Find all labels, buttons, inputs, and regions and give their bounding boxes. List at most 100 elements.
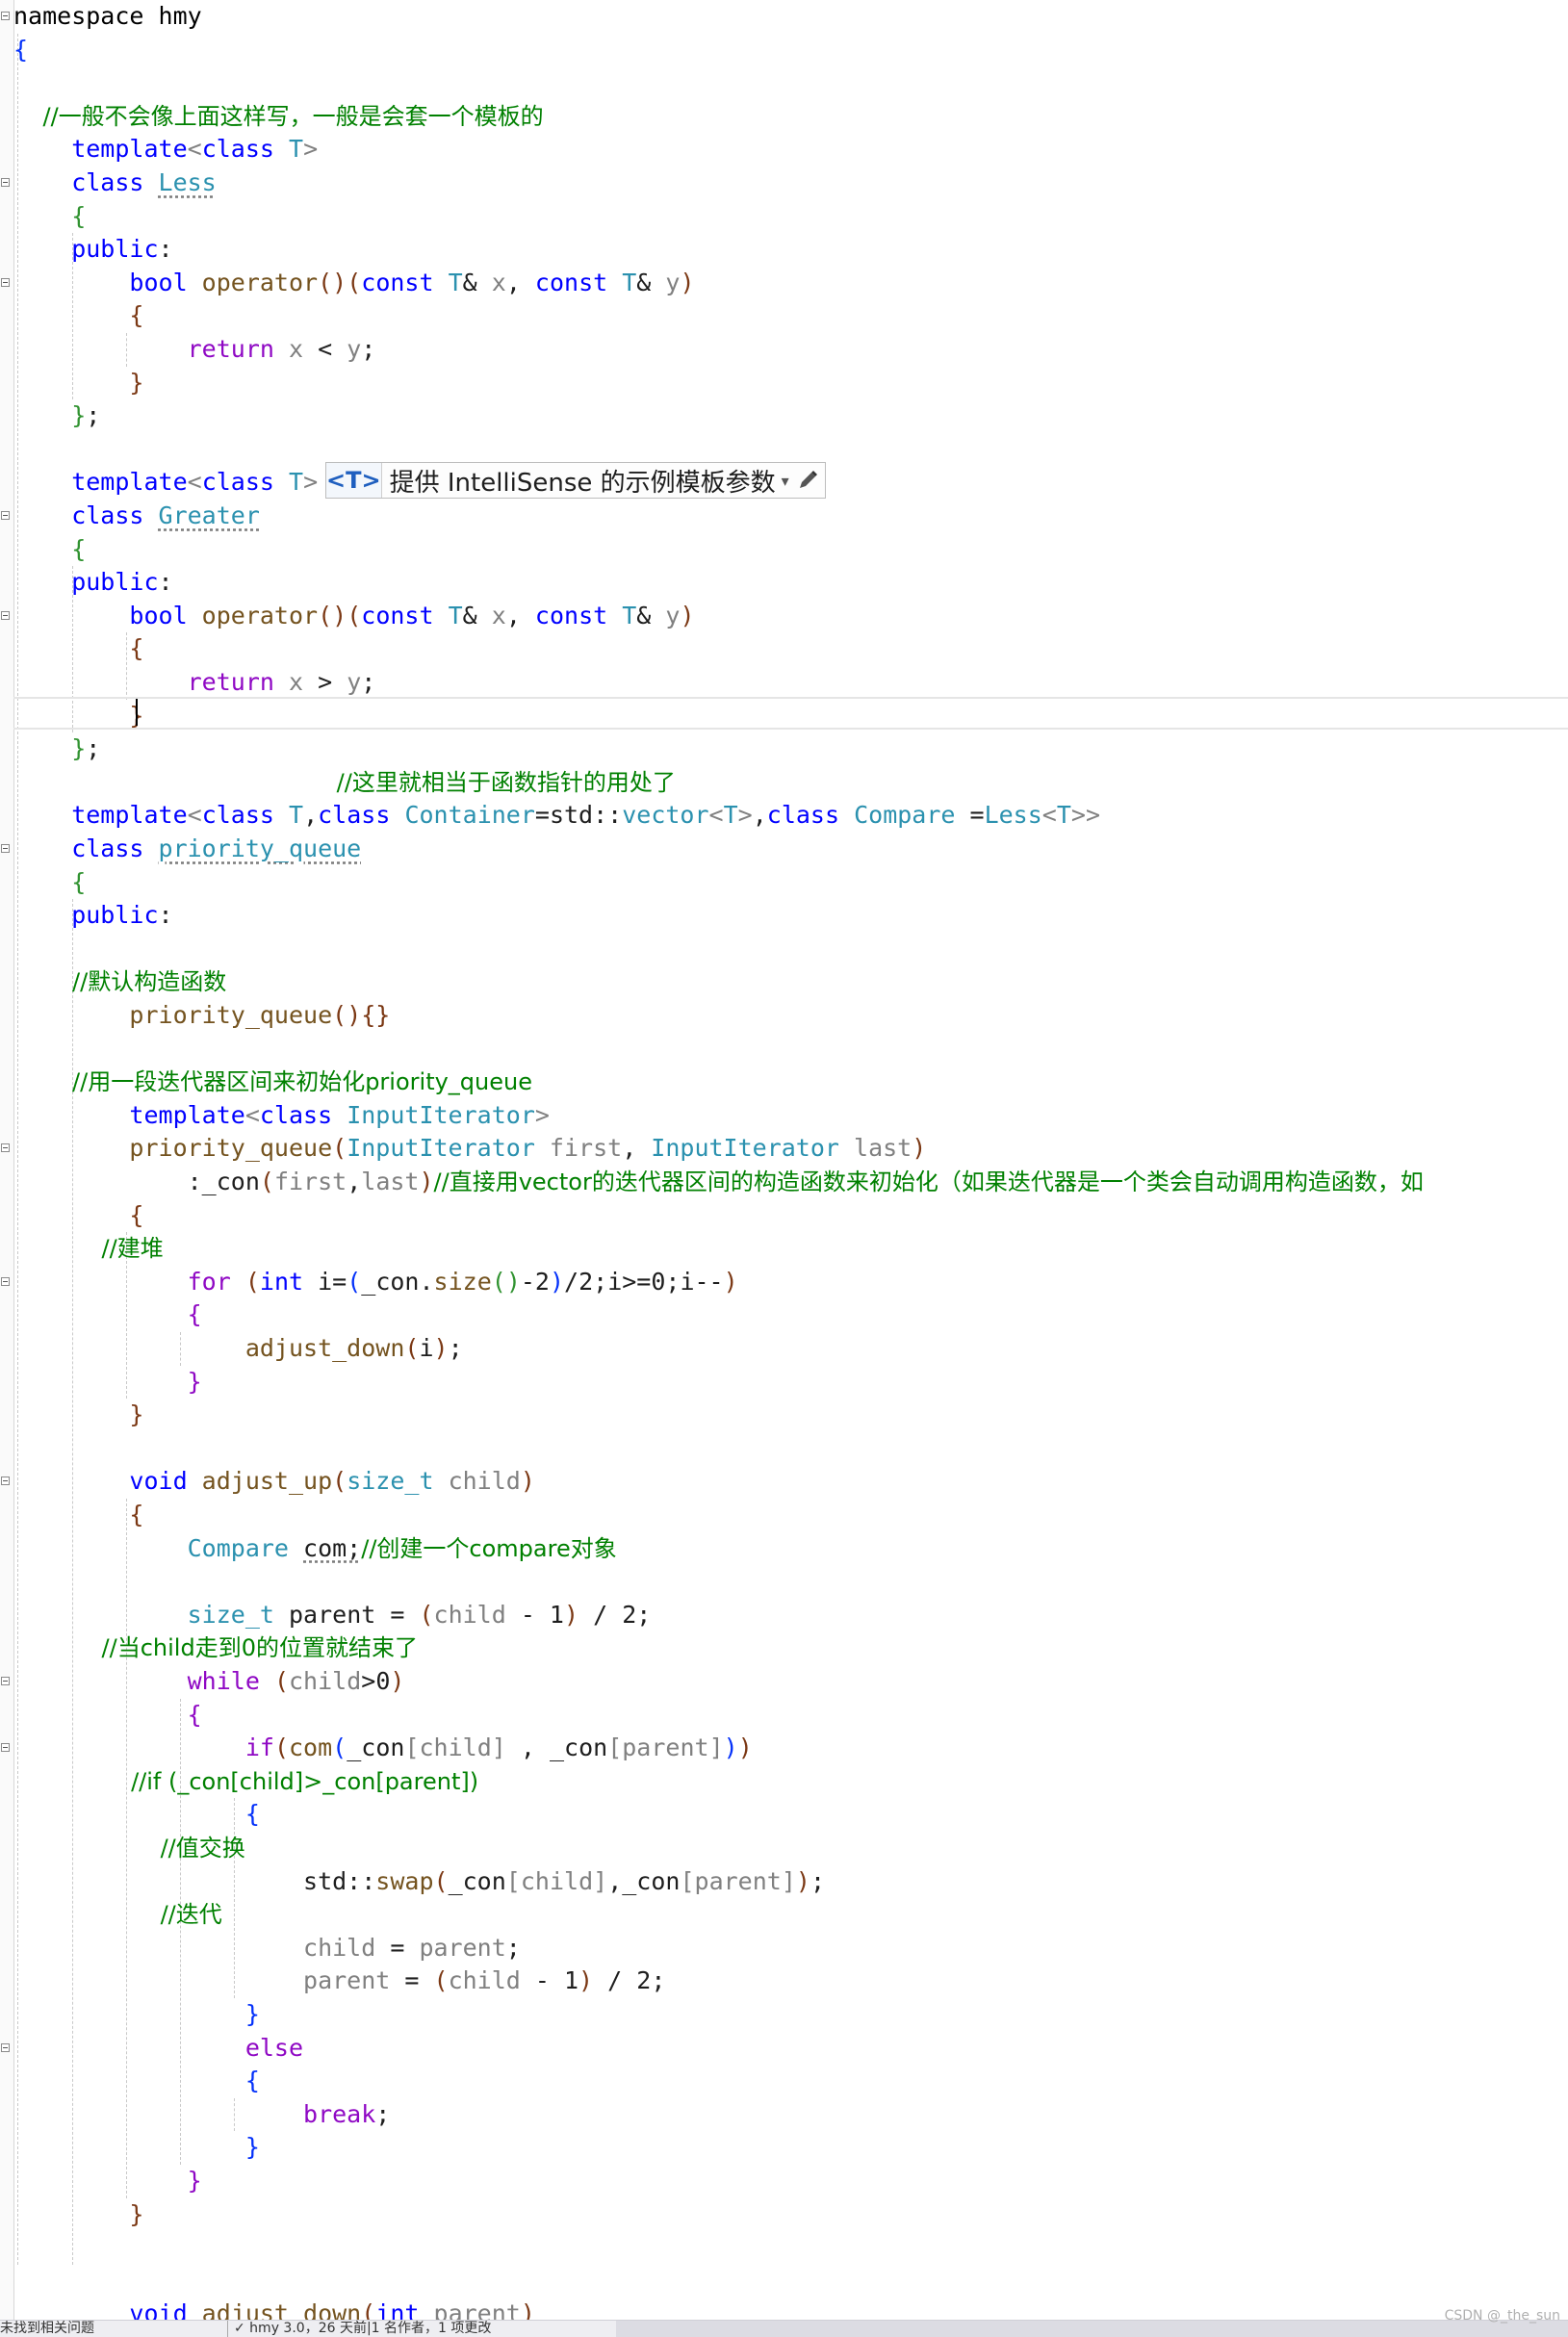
code-line[interactable]: { (13, 200, 1568, 234)
code-token: : (158, 568, 173, 597)
code-line[interactable]: //默认构造函数 (13, 965, 1568, 999)
code-line[interactable]: { (13, 1499, 1568, 1532)
code-line[interactable]: template<class T,class Container=std::ve… (13, 799, 1568, 833)
code-line[interactable]: { (13, 1699, 1568, 1733)
intellisense-template-bar[interactable]: <T> 提供 IntelliSense 的示例模板参数 ▾ (325, 462, 826, 499)
code-editor[interactable]: namespace hmy { //一般不会像上面这样写，一般是会套一个模板的 t… (0, 0, 1568, 2320)
code-line[interactable]: bool operator()(const T& x, const T& y) (13, 267, 1568, 300)
code-line[interactable]: //值交换 (13, 1832, 1568, 1865)
code-line[interactable] (13, 933, 1568, 966)
chevron-down-icon[interactable]: ▾ (776, 472, 795, 490)
code-line[interactable] (13, 1432, 1568, 1466)
code-line[interactable]: public: (13, 233, 1568, 267)
code-line[interactable]: while (child>0) (13, 1665, 1568, 1699)
code-line[interactable]: //if (_con[child]>_con[parent]) (13, 1765, 1568, 1799)
code-token: child (419, 1733, 492, 1762)
code-line[interactable]: { (13, 299, 1568, 333)
code-line[interactable]: public: (13, 899, 1568, 933)
code-line[interactable]: }; (13, 732, 1568, 766)
code-line[interactable]: //这里就相当于函数指针的用处了 (13, 766, 1568, 800)
fold-toggle[interactable] (1, 1477, 10, 1486)
code-token: ) (912, 1134, 927, 1163)
code-line[interactable]: //建堆 (13, 1232, 1568, 1266)
code-line[interactable]: std::swap(_con[child],_con[parent]); (13, 1865, 1568, 1899)
code-line[interactable]: break; (13, 2098, 1568, 2132)
code-line[interactable]: } (13, 1998, 1568, 2032)
code-token: ) (723, 1267, 738, 1296)
code-line[interactable]: if(com(_con[child] , _con[parent])) (13, 1732, 1568, 1765)
code-line[interactable]: class Greater (13, 500, 1568, 533)
code-token: InputIterator (651, 1134, 855, 1163)
code-line[interactable]: { (13, 34, 1568, 67)
pencil-icon[interactable] (795, 468, 820, 493)
fold-toggle[interactable] (1, 511, 10, 520)
code-line[interactable]: { (13, 1199, 1568, 1233)
code-line[interactable]: //一般不会像上面这样写，一般是会套一个模板的 (13, 100, 1568, 134)
code-line[interactable]: namespace hmy (13, 0, 1568, 34)
code-line[interactable]: bool operator()(const T& x, const T& y) (13, 600, 1568, 633)
code-line[interactable]: child = parent; (13, 1932, 1568, 1965)
code-token: ) (564, 1600, 579, 1629)
code-line[interactable]: } (13, 1399, 1568, 1432)
code-line[interactable]: //当child走到0的位置就结束了 (13, 1631, 1568, 1665)
fold-toggle[interactable] (1, 1743, 10, 1753)
code-line[interactable]: else (13, 2032, 1568, 2066)
code-token: bool (13, 268, 202, 296)
code-token: adjust_down (13, 1334, 405, 1362)
code-line[interactable] (13, 2265, 1568, 2298)
code-line[interactable]: void adjust_down(int parent) (13, 2298, 1568, 2320)
code-line[interactable]: parent = (child - 1) / 2; (13, 1965, 1568, 1998)
code-line[interactable]: return x < y; (13, 333, 1568, 367)
code-line[interactable]: { (13, 632, 1568, 666)
code-line[interactable]: :_con(first,last)//直接用vector的迭代器区间的构造函数来… (13, 1166, 1568, 1199)
code-line[interactable] (13, 1565, 1568, 1599)
code-token: = (375, 1933, 420, 1962)
code-line[interactable] (13, 2231, 1568, 2265)
code-line[interactable]: for (int i=(_con.size()-2)/2;i>=0;i--) (13, 1266, 1568, 1299)
code-line[interactable]: //用一段迭代器区间来初始化priority_queue (13, 1066, 1568, 1099)
code-line[interactable]: return x > y; (13, 666, 1568, 700)
code-line[interactable]: template<class InputIterator> (13, 1099, 1568, 1133)
code-line[interactable]: { (13, 1798, 1568, 1832)
issues-status[interactable]: 未找到相关问题 (0, 2321, 94, 2337)
code-line[interactable]: //迭代 (13, 1898, 1568, 1932)
horizontal-scrollbar[interactable] (616, 2321, 1568, 2337)
code-line[interactable]: Compare com;//创建一个compare对象 (13, 1532, 1568, 1566)
git-info[interactable]: ✓ hmy 3.0，26 天前|1 名作者，1 项更改 (227, 2321, 491, 2337)
code-line[interactable] (13, 1033, 1568, 1066)
code-line[interactable]: public: (13, 566, 1568, 600)
code-line[interactable]: } (13, 1366, 1568, 1400)
code-line[interactable]: class priority_queue (13, 833, 1568, 866)
code-line[interactable]: } (13, 2198, 1568, 2232)
code-line[interactable]: void adjust_up(size_t child) (13, 1465, 1568, 1499)
fold-toggle[interactable] (1, 1276, 10, 1286)
code-line[interactable]: } (13, 367, 1568, 400)
fold-toggle[interactable] (1, 610, 10, 620)
fold-toggle[interactable] (1, 2042, 10, 2052)
code-line[interactable]: } (13, 2165, 1568, 2198)
code-line[interactable]: size_t parent = (child - 1) / 2; (13, 1599, 1568, 1632)
fold-toggle[interactable] (1, 12, 10, 20)
code-line[interactable]: { (13, 533, 1568, 567)
code-token: //直接用vector的迭代器区间的构造函数来初始化（如果迭代器是一个类会自动调… (433, 1168, 1424, 1195)
code-line[interactable]: priority_queue(){} (13, 999, 1568, 1033)
fold-toggle[interactable] (1, 844, 10, 853)
code-line[interactable]: { (13, 2065, 1568, 2098)
code-line[interactable]: class Less (13, 167, 1568, 200)
code-line[interactable]: priority_queue(InputIterator first, Inpu… (13, 1132, 1568, 1166)
fold-toggle[interactable] (1, 178, 10, 187)
code-line[interactable]: } (13, 700, 1568, 733)
code-token: ) (680, 601, 695, 629)
template-param-tag[interactable]: <T> (326, 463, 382, 498)
code-line[interactable]: { (13, 866, 1568, 900)
code-token: y (347, 668, 362, 696)
code-line[interactable]: }; (13, 399, 1568, 433)
fold-toggle[interactable] (1, 1677, 10, 1685)
code-line[interactable] (13, 66, 1568, 100)
code-line[interactable]: adjust_down(i); (13, 1332, 1568, 1366)
fold-toggle[interactable] (1, 277, 10, 287)
fold-toggle[interactable] (1, 1143, 10, 1153)
code-line[interactable]: template<class T> (13, 133, 1568, 167)
code-line[interactable]: { (13, 1298, 1568, 1332)
code-line[interactable]: } (13, 2131, 1568, 2165)
